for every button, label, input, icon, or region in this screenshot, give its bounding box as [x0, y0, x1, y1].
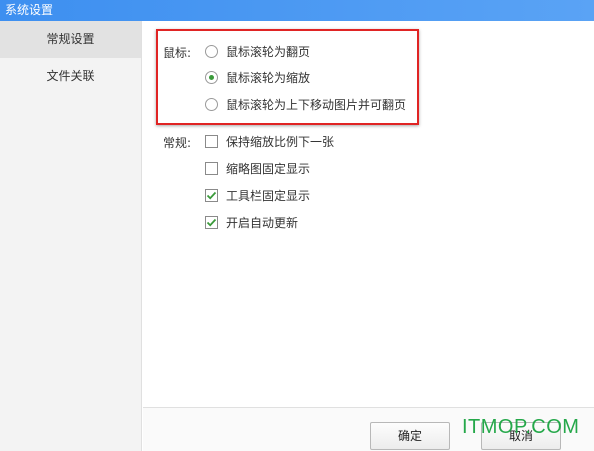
checkbox-label: 保持缩放比例下一张 — [226, 134, 335, 149]
radio-wheel-move[interactable]: 鼠标滚轮为上下移动图片并可翻页 — [205, 95, 406, 113]
checkbox-checked-icon — [205, 188, 218, 202]
checkbox-label: 缩略图固定显示 — [226, 161, 311, 176]
checkbox-icon — [205, 134, 218, 148]
radio-icon — [205, 44, 218, 58]
checkbox-icon — [205, 161, 218, 175]
checkbox-auto-update[interactable]: 开启自动更新 — [205, 213, 298, 231]
checkbox-keep-zoom[interactable]: 保持缩放比例下一张 — [205, 132, 334, 150]
checkbox-label: 开启自动更新 — [226, 215, 299, 230]
cancel-button[interactable]: 取消 — [481, 422, 561, 450]
dialog-footer: 确定 取消 — [143, 407, 594, 451]
ok-button[interactable]: 确定 — [370, 422, 450, 450]
radio-label: 鼠标滚轮为缩放 — [226, 70, 311, 85]
radio-wheel-zoom[interactable]: 鼠标滚轮为缩放 — [205, 68, 310, 86]
checkbox-toolbar-fixed[interactable]: 工具栏固定显示 — [205, 186, 310, 204]
radio-icon — [205, 97, 218, 111]
sidebar: 常规设置 文件关联 — [0, 21, 142, 451]
checkbox-checked-icon — [205, 215, 218, 229]
settings-panel: 鼠标: 鼠标滚轮为翻页 鼠标滚轮为缩放 鼠标滚轮为上下移动图片并可翻页 常规: … — [143, 21, 594, 407]
radio-selected-icon — [205, 70, 218, 84]
general-group-label: 常规: — [163, 136, 192, 150]
radio-label: 鼠标滚轮为翻页 — [226, 44, 311, 59]
sidebar-item-general[interactable]: 常规设置 — [0, 21, 141, 58]
window-title: 系统设置 — [0, 0, 594, 21]
checkbox-thumbnail-fixed[interactable]: 缩略图固定显示 — [205, 159, 310, 177]
sidebar-item-file-association[interactable]: 文件关联 — [0, 58, 141, 95]
radio-wheel-page[interactable]: 鼠标滚轮为翻页 — [205, 42, 310, 60]
radio-label: 鼠标滚轮为上下移动图片并可翻页 — [226, 97, 407, 112]
checkbox-label: 工具栏固定显示 — [226, 188, 311, 203]
mouse-group-label: 鼠标: — [163, 46, 192, 60]
